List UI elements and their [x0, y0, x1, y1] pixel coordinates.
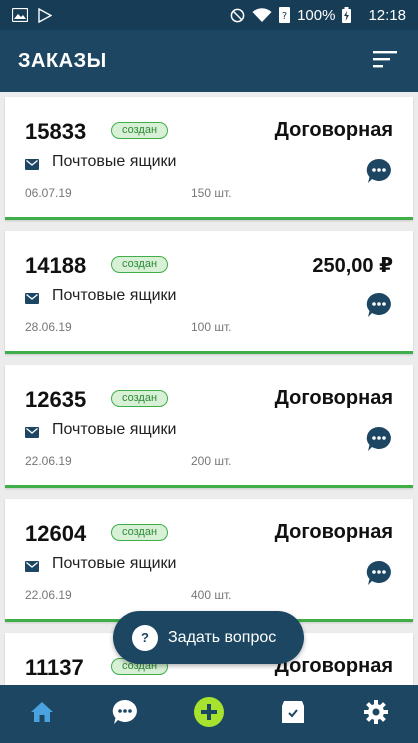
status-bar: ? 100% 12:18: [0, 0, 418, 30]
order-type: Почтовые ящики: [52, 421, 177, 438]
order-number: 15833: [25, 119, 87, 144]
order-number: 12604: [25, 521, 87, 546]
order-card[interactable]: 15833 создан Договорная Почтовые ящики 0…: [5, 97, 413, 220]
question-icon: ?: [132, 624, 158, 651]
chat-icon: [112, 699, 138, 730]
ask-question-button[interactable]: ? Задать вопрос: [113, 611, 304, 664]
battery-icon: [342, 7, 352, 23]
page-title: ЗАКАЗЫ: [18, 49, 107, 72]
order-price: Договорная: [274, 119, 393, 141]
app-bar: ЗАКАЗЫ: [0, 30, 418, 92]
order-date: 28.06.19: [25, 320, 72, 334]
home-icon: [30, 701, 54, 728]
order-price: Договорная: [274, 521, 393, 543]
order-card[interactable]: 12635 создан Договорная Почтовые ящики 2…: [5, 365, 413, 488]
bottom-navigation: [0, 685, 418, 743]
order-date: 22.06.19: [25, 454, 72, 468]
nav-add-order[interactable]: [189, 694, 229, 734]
wifi-icon: [252, 7, 272, 23]
order-quantity: 200 шт.: [191, 454, 232, 468]
mail-icon: [25, 425, 39, 438]
status-badge: создан: [111, 122, 169, 139]
order-card[interactable]: 14188 создан 250,00 ₽ Почтовые ящики 28.…: [5, 231, 413, 354]
order-price: 250,00 ₽: [312, 255, 393, 277]
order-quantity: 100 шт.: [191, 320, 232, 334]
clock: 12:18: [368, 6, 406, 24]
settings-icon: [363, 699, 389, 730]
orders-list[interactable]: 15833 создан Договорная Почтовые ящики 0…: [0, 92, 418, 685]
order-date: 22.06.19: [25, 588, 72, 602]
chat-bubble-icon[interactable]: [366, 560, 392, 586]
order-number: 11137: [25, 655, 84, 680]
order-quantity: 150 шт.: [191, 186, 232, 200]
chat-bubble-icon[interactable]: [366, 158, 392, 184]
box-icon: [280, 699, 306, 730]
order-card[interactable]: 12604 создан Договорная Почтовые ящики 2…: [5, 499, 413, 622]
image-notification-icon: [12, 8, 28, 22]
mail-icon: [25, 291, 39, 304]
ask-question-label: Задать вопрос: [168, 628, 277, 646]
order-type: Почтовые ящики: [52, 555, 177, 572]
chat-bubble-icon[interactable]: [366, 426, 392, 452]
order-quantity: 400 шт.: [191, 588, 232, 602]
order-type: Почтовые ящики: [52, 153, 177, 170]
order-date: 06.07.19: [25, 186, 72, 200]
order-number: 12635: [25, 387, 87, 412]
nav-settings[interactable]: [356, 694, 396, 734]
play-store-icon: [38, 7, 52, 23]
battery-percent: 100%: [297, 6, 336, 24]
order-price: Договорная: [274, 387, 393, 409]
order-type: Почтовые ящики: [52, 287, 177, 304]
status-badge: создан: [111, 256, 169, 273]
add-icon: [193, 696, 224, 732]
sim-icon: ?: [279, 7, 291, 23]
nav-home[interactable]: [22, 694, 62, 734]
dnd-icon: [230, 8, 245, 23]
status-badge: создан: [111, 524, 169, 541]
nav-chat[interactable]: [105, 694, 145, 734]
mail-icon: [25, 157, 39, 170]
chat-bubble-icon[interactable]: [366, 292, 392, 318]
order-number: 14188: [25, 253, 87, 278]
sort-icon: [373, 50, 397, 73]
svg-text:?: ?: [282, 11, 287, 22]
status-badge: создан: [111, 390, 169, 407]
mail-icon: [25, 559, 39, 572]
nav-orders-box[interactable]: [273, 694, 313, 734]
sort-filter-button[interactable]: [370, 46, 400, 76]
